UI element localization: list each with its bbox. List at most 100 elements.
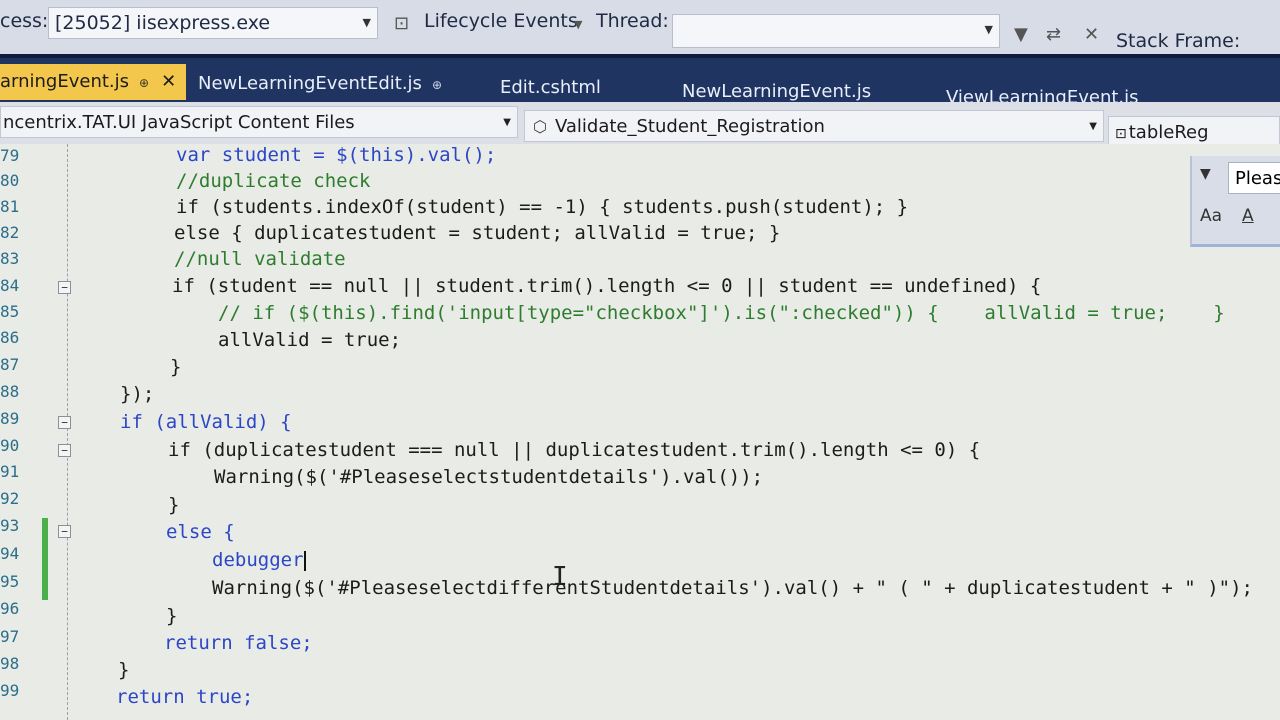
- line-number: 86: [0, 328, 20, 347]
- project-name: ncentrix.TAT.UI JavaScript Content Files: [3, 112, 355, 133]
- close-icon[interactable]: ✕: [161, 71, 176, 92]
- lifecycle-icon[interactable]: ⊡: [394, 13, 409, 34]
- code-line: if (allValid) {: [120, 411, 292, 433]
- tab-edit-cshtml[interactable]: Edit.cshtml: [500, 72, 601, 104]
- line-number: 80: [0, 171, 20, 190]
- chevron-down-icon: ▼: [984, 23, 993, 36]
- code-text: }: [168, 494, 180, 516]
- code-line: }: [166, 605, 177, 627]
- match-whole-word-icon[interactable]: A: [1242, 206, 1254, 226]
- line-number: 99: [0, 681, 20, 700]
- member-name: Validate_Student_Registration: [554, 116, 825, 137]
- tab-label: Edit.cshtml: [500, 77, 601, 98]
- code-text: }: [166, 605, 178, 627]
- code-line: });: [120, 383, 154, 405]
- pin-icon[interactable]: ⊕: [139, 76, 149, 90]
- find-value: Please: [1235, 168, 1280, 189]
- code-line: // if ($(this).find('input[type="checkbo…: [218, 302, 1225, 324]
- chevron-down-icon: ▼: [503, 117, 511, 128]
- scope-name: tableReg: [1128, 122, 1209, 143]
- code-line: //duplicate check: [176, 170, 370, 192]
- code-line: var student = $(this).val();: [176, 144, 496, 166]
- chevron-down-icon: ▼: [362, 16, 371, 29]
- line-number: 92: [0, 489, 20, 508]
- line-number: 94: [0, 544, 20, 563]
- member-dropdown[interactable]: ⬡ Validate_Student_Registration ▼: [524, 110, 1104, 142]
- navigation-bar: ncentrix.TAT.UI JavaScript Content Files…: [0, 102, 1280, 148]
- tab-label: arningEvent.js: [0, 71, 130, 92]
- line-number: 84: [0, 276, 20, 295]
- code-text: }: [170, 356, 182, 378]
- tab-label: NewLearningEvent.js: [682, 81, 872, 102]
- code-text: var student = $(this).val();: [176, 144, 497, 166]
- line-number: 96: [0, 599, 20, 618]
- flag-threads-icon[interactable]: ✕: [1084, 24, 1099, 45]
- code-text: if (students.indexOf(student) == -1) { s…: [176, 196, 909, 218]
- code-text: if (student == null || student.trim().le…: [172, 275, 1042, 297]
- chevron-down-icon[interactable]: ▼: [574, 18, 582, 31]
- line-number: 89: [0, 409, 20, 428]
- line-number: 85: [0, 302, 20, 321]
- line-number: 93: [0, 516, 20, 535]
- chevron-down-icon: ▼: [1089, 121, 1097, 132]
- code-line: }: [168, 494, 179, 516]
- line-number: 88: [0, 382, 20, 401]
- code-line: Warning($('#PleaseselectdifferentStudent…: [212, 577, 1253, 599]
- tab-new-learning-event-edit[interactable]: NewLearningEventEdit.js ⊕: [198, 68, 442, 100]
- lifecycle-events-button[interactable]: Lifecycle Events: [424, 10, 578, 32]
- code-text: else {: [166, 521, 235, 543]
- line-number: 87: [0, 355, 20, 374]
- method-icon: ⬡: [533, 117, 547, 136]
- code-text: allValid = true;: [218, 329, 402, 351]
- code-text: return true;: [116, 686, 254, 708]
- element-icon: ⊡: [1115, 126, 1127, 142]
- tab-learning-event[interactable]: arningEvent.js ⊕ ✕: [0, 64, 187, 100]
- code-line: if (duplicatestudent === null || duplica…: [168, 439, 980, 461]
- code-line: else {: [166, 521, 235, 543]
- project-dropdown[interactable]: ncentrix.TAT.UI JavaScript Content Files…: [0, 106, 518, 138]
- code-line: return false;: [164, 632, 313, 654]
- filter-toggle-icon[interactable]: ⇄: [1046, 24, 1061, 45]
- line-number: 81: [0, 197, 20, 216]
- line-number: 98: [0, 654, 20, 673]
- tab-label: NewLearningEventEdit.js: [198, 73, 422, 94]
- code-line: }: [118, 659, 129, 681]
- thread-label: Thread:: [596, 10, 669, 32]
- line-number: 90: [0, 436, 20, 455]
- find-input[interactable]: Please: [1228, 162, 1280, 194]
- code-line: allValid = true;: [218, 329, 401, 351]
- mouse-ibeam-cursor-icon: I: [552, 562, 568, 592]
- code-text: if (allValid) {: [120, 411, 292, 433]
- code-text: Warning($('#PleaseselectdifferentStudent…: [212, 577, 1253, 599]
- code-line: }: [170, 356, 181, 378]
- code-text: return false;: [164, 632, 313, 654]
- code-text: }: [118, 659, 130, 681]
- debug-toolbar: cess: [25052] iisexpress.exe ▼ ⊡ Lifecyc…: [0, 0, 1280, 54]
- line-number: 97: [0, 627, 20, 646]
- collapse-icon[interactable]: −: [58, 416, 71, 429]
- code-text: else { duplicatestudent = student; allVa…: [174, 222, 781, 244]
- line-number: 83: [0, 249, 20, 268]
- collapse-icon[interactable]: −: [58, 525, 71, 538]
- filter-icon[interactable]: ▼: [1014, 24, 1028, 45]
- code-editor[interactable]: 79 80 81 82 83 84 85 86 87 88 89 90 91 9…: [0, 144, 1280, 720]
- code-line: debugger: [212, 549, 306, 571]
- code-line: //null validate: [174, 248, 346, 270]
- stack-frame-label: Stack Frame:: [1116, 30, 1241, 52]
- match-case-toggle[interactable]: Aa: [1200, 206, 1222, 226]
- process-dropdown[interactable]: [25052] iisexpress.exe ▼: [48, 7, 378, 39]
- line-number: 79: [0, 146, 20, 165]
- find-widget: ▼ Please Aa A: [1190, 156, 1280, 247]
- code-text: });: [120, 383, 155, 405]
- thread-dropdown[interactable]: ▼: [672, 14, 1000, 48]
- code-text: Warning($('#Pleaseselectstudentdetails')…: [214, 466, 764, 488]
- code-text: // if ($(this).find('input[type="checkbo…: [218, 302, 1225, 324]
- chevron-down-icon[interactable]: ▼: [1200, 166, 1211, 182]
- collapse-icon[interactable]: −: [58, 444, 71, 457]
- line-number: 91: [0, 462, 20, 481]
- collapse-icon[interactable]: −: [58, 281, 71, 294]
- change-indicator: [42, 518, 48, 600]
- line-number: 95: [0, 572, 20, 591]
- code-text: //null validate: [174, 248, 346, 270]
- pin-icon[interactable]: ⊕: [432, 78, 442, 92]
